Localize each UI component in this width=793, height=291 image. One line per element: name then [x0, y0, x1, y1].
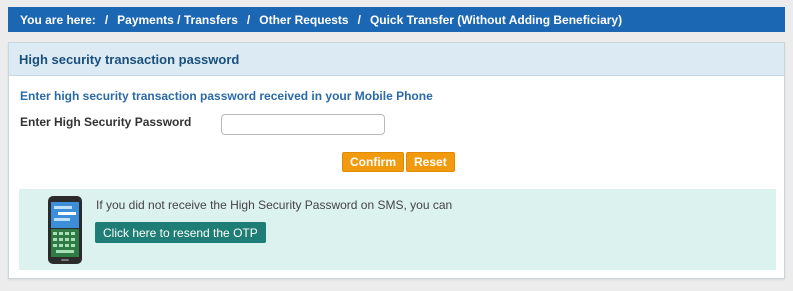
breadcrumb-item-quick-transfer: Quick Transfer (Without Adding Beneficia…: [369, 12, 623, 27]
breadcrumb-item-payments-transfers[interactable]: Payments / Transfers: [117, 13, 238, 27]
section-header: High security transaction password: [9, 43, 784, 76]
high-security-card: High security transaction password Enter…: [8, 42, 785, 279]
reset-button[interactable]: Reset: [406, 152, 455, 172]
breadcrumb: You are here: / Payments / Transfers / O…: [8, 7, 785, 32]
resend-otp-button[interactable]: Click here to resend the OTP: [95, 222, 266, 243]
otp-resend-panel: If you did not receive the High Security…: [19, 189, 776, 270]
high-security-password-input[interactable]: [221, 114, 385, 135]
confirm-button[interactable]: Confirm: [342, 152, 404, 172]
breadcrumb-separator: /: [357, 12, 361, 27]
otp-message: If you did not receive the High Security…: [96, 198, 453, 212]
breadcrumb-separator: /: [104, 12, 109, 27]
mobile-phone-icon: [48, 196, 82, 264]
instruction-text: Enter high security transaction password…: [20, 89, 433, 103]
breadcrumb-separator: /: [246, 12, 251, 27]
breadcrumb-item-other-requests[interactable]: Other Requests: [259, 13, 348, 27]
section-title: High security transaction password: [19, 51, 240, 67]
password-label: Enter High Security Password: [20, 115, 192, 129]
breadcrumb-prefix: You are here:: [20, 12, 96, 27]
